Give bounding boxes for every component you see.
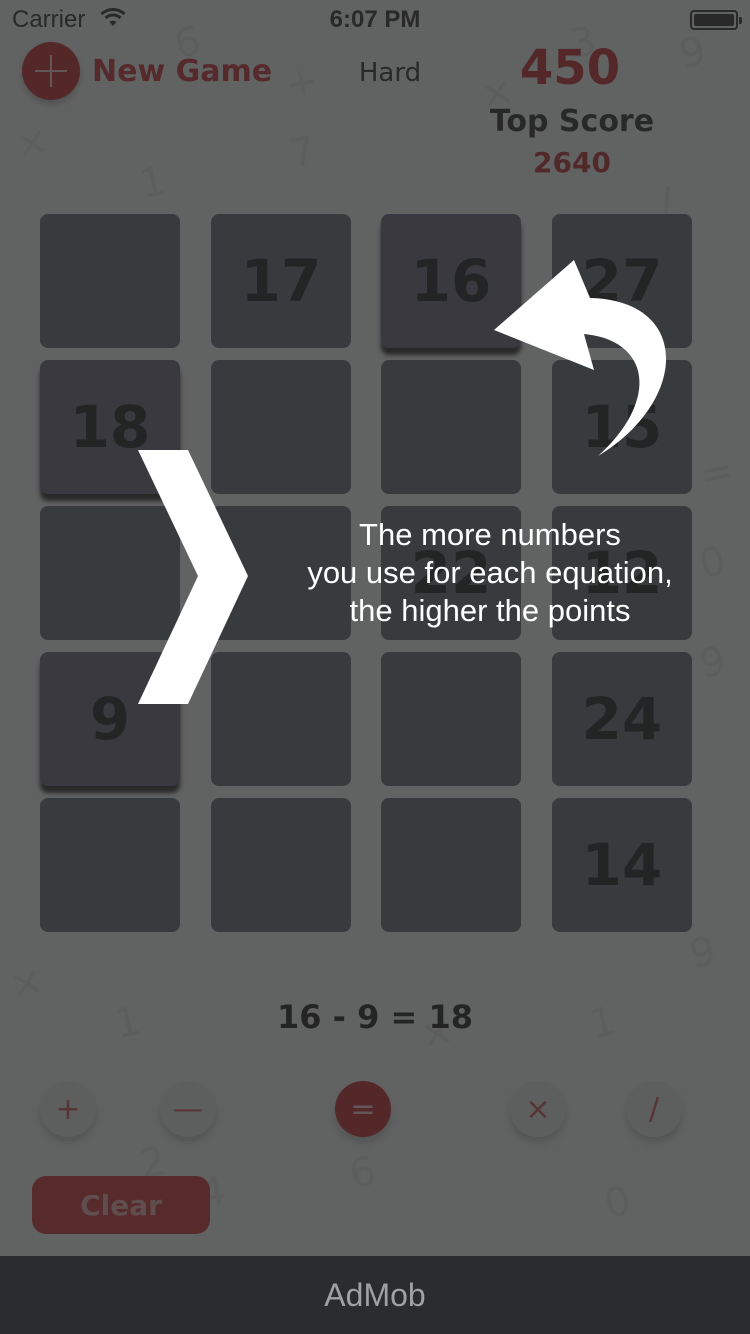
ad-banner[interactable]: AdMob [0, 1256, 750, 1334]
tutorial-text: The more numbers you use for each equati… [307, 517, 673, 628]
ad-label: AdMob [324, 1276, 426, 1313]
